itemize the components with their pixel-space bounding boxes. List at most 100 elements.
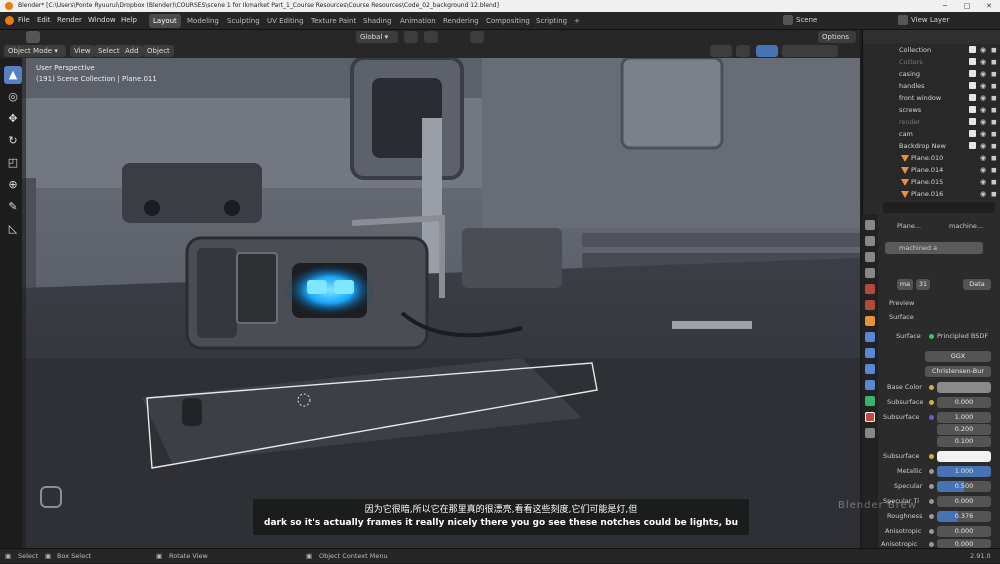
material-link-dropdown[interactable]: Data	[963, 279, 991, 290]
material-tab-icon[interactable]	[865, 412, 875, 422]
camera-icon[interactable]: ◼	[991, 92, 997, 104]
snap-icon[interactable]	[424, 31, 438, 43]
eye-icon[interactable]: ◉	[980, 92, 986, 104]
outliner-row[interactable]: Plane.014 ◉ ◼	[863, 164, 1000, 176]
tab-sculpting[interactable]: Sculpting	[223, 14, 264, 28]
select-box-tool[interactable]: ▲	[4, 66, 22, 84]
tab-compositing[interactable]: Compositing	[482, 14, 534, 28]
tab-modeling[interactable]: Modeling	[183, 14, 223, 28]
exclude-checkbox[interactable]	[969, 58, 976, 65]
outliner-row[interactable]: render ◉ ◼	[863, 116, 1000, 128]
eye-icon[interactable]: ◉	[980, 164, 986, 176]
eye-icon[interactable]: ◉	[980, 140, 986, 152]
rotate-tool[interactable]: ↻	[4, 132, 22, 150]
outliner-row[interactable]: handles ◉ ◼	[863, 80, 1000, 92]
camera-icon[interactable]: ◼	[991, 164, 997, 176]
outliner-row[interactable]: Backdrop New ◉ ◼	[863, 140, 1000, 152]
view-layer-name[interactable]: View Layer	[911, 16, 949, 24]
eye-icon[interactable]: ◉	[980, 176, 986, 188]
data-tab-icon[interactable]	[865, 396, 875, 406]
material-slot[interactable]: machined a	[885, 242, 983, 254]
minimize-button[interactable]: ─	[934, 0, 956, 12]
maximize-button[interactable]: □	[956, 0, 978, 12]
visibility-icon[interactable]	[710, 45, 732, 57]
subsurface-radius-z[interactable]: 0.100	[937, 436, 991, 447]
exclude-checkbox[interactable]	[969, 46, 976, 53]
eye-icon[interactable]: ◉	[980, 128, 986, 140]
eye-icon[interactable]: ◉	[980, 44, 986, 56]
subsurface-radius-x[interactable]: 1.000	[937, 412, 991, 423]
annotate-tool[interactable]: ✎	[4, 198, 22, 216]
tab-rendering[interactable]: Rendering	[439, 14, 483, 28]
outliner-row[interactable]: casing ◉ ◼	[863, 68, 1000, 80]
subsurface-radius-y[interactable]: 0.200	[937, 424, 991, 435]
tool-tab-icon[interactable]	[865, 220, 875, 230]
object-mode-dropdown[interactable]: Object Mode ▾	[4, 45, 66, 57]
output-tab-icon[interactable]	[865, 252, 875, 262]
options-dropdown[interactable]: Options	[818, 31, 856, 43]
gizmo-icon[interactable]	[736, 45, 750, 57]
eye-icon[interactable]: ◉	[980, 104, 986, 116]
transform-tool[interactable]: ⊕	[4, 176, 22, 194]
scale-tool[interactable]: ◰	[4, 154, 22, 172]
camera-icon[interactable]: ◼	[991, 104, 997, 116]
camera-icon[interactable]: ◼	[991, 56, 997, 68]
blender-menu-icon[interactable]	[5, 16, 14, 25]
outliner-row[interactable]: Collection ◉ ◼	[863, 44, 1000, 56]
menu-file[interactable]: File	[18, 16, 30, 24]
tab-animation[interactable]: Animation	[396, 14, 440, 28]
tab-scripting[interactable]: Scripting	[532, 14, 571, 28]
roughness-field[interactable]: 0.376	[937, 511, 991, 522]
anisotropic-field[interactable]: 0.000	[937, 526, 991, 537]
outliner-row[interactable]: screws ◉ ◼	[863, 104, 1000, 116]
material-field[interactable]: ma	[897, 279, 913, 290]
anisotropic-rotation-field[interactable]: 0.000	[937, 539, 991, 548]
eye-icon[interactable]: ◉	[980, 188, 986, 200]
overlays-icon[interactable]	[756, 45, 778, 57]
eye-icon[interactable]: ◉	[980, 116, 986, 128]
proportional-edit-icon[interactable]	[470, 31, 484, 43]
cursor-tool[interactable]: ◎	[4, 88, 22, 106]
texture-tab-icon[interactable]	[865, 428, 875, 438]
3d-viewport[interactable]: User Perspective (191) Scene Collection …	[22, 58, 860, 548]
exclude-checkbox[interactable]	[969, 70, 976, 77]
exclude-checkbox[interactable]	[969, 142, 976, 149]
physics-tab-icon[interactable]	[865, 364, 875, 374]
exclude-checkbox[interactable]	[969, 130, 976, 137]
scene-name[interactable]: Scene	[796, 16, 817, 24]
object-tab-icon[interactable]	[865, 316, 875, 326]
outliner-row[interactable]: cam ◉ ◼	[863, 128, 1000, 140]
outliner-row[interactable]: Cutters ◉ ◼	[863, 56, 1000, 68]
modifier-tab-icon[interactable]	[865, 332, 875, 342]
camera-icon[interactable]: ◼	[991, 116, 997, 128]
tool-select-icon[interactable]	[26, 31, 40, 43]
add-workspace-button[interactable]: +	[570, 14, 584, 28]
metallic-field[interactable]: 1.000	[937, 466, 991, 477]
camera-icon[interactable]: ◼	[991, 68, 997, 80]
properties-search[interactable]	[883, 202, 995, 213]
view-menu[interactable]: View	[70, 45, 95, 57]
eye-icon[interactable]: ◉	[980, 68, 986, 80]
tab-layout[interactable]: Layout	[149, 14, 181, 28]
outliner-row[interactable]: front window ◉ ◼	[863, 92, 1000, 104]
tab-texture-paint[interactable]: Texture Paint	[307, 14, 360, 28]
shading-modes[interactable]	[782, 45, 838, 57]
pivot-icon[interactable]	[404, 31, 418, 43]
eye-icon[interactable]: ◉	[980, 152, 986, 164]
outliner-row[interactable]: Plane.015 ◉ ◼	[863, 176, 1000, 188]
exclude-checkbox[interactable]	[969, 94, 976, 101]
transform-orientation-dropdown[interactable]: Global ▾	[356, 31, 398, 43]
menu-render[interactable]: Render	[57, 16, 82, 24]
eye-icon[interactable]: ◉	[980, 56, 986, 68]
exclude-checkbox[interactable]	[969, 106, 976, 113]
move-tool[interactable]: ✥	[4, 110, 22, 128]
menu-edit[interactable]: Edit	[37, 16, 51, 24]
select-menu[interactable]: Select	[94, 45, 124, 57]
distribution-dropdown[interactable]: GGX	[925, 351, 991, 362]
exclude-checkbox[interactable]	[969, 118, 976, 125]
preview-panel[interactable]: Preview	[889, 299, 914, 307]
specular-field[interactable]: 0.500	[937, 481, 991, 492]
camera-icon[interactable]: ◼	[991, 188, 997, 200]
surface-panel[interactable]: Surface	[889, 313, 914, 321]
world-tab-icon[interactable]	[865, 300, 875, 310]
